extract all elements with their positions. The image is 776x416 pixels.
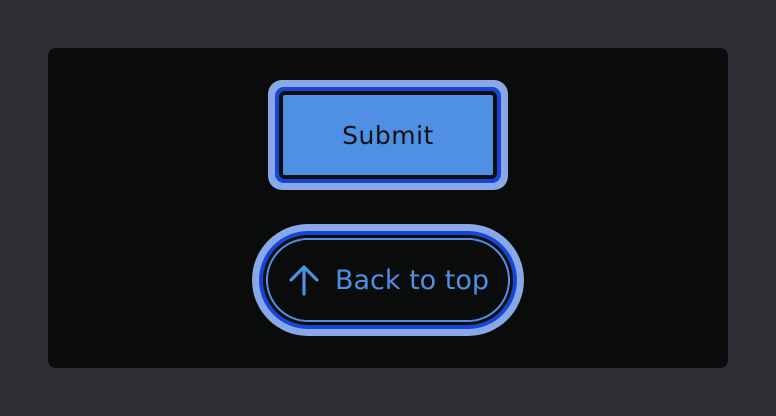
submit-button[interactable]: Submit [279, 91, 497, 179]
submit-button-label: Submit [342, 120, 434, 150]
back-to-top-focus-ring: Back to top [252, 224, 524, 336]
submit-focus-ring-inner: Submit [275, 87, 501, 183]
submit-focus-ring: Submit [268, 80, 508, 190]
back-to-top-focus-ring-inner: Back to top [259, 231, 517, 329]
arrow-up-icon [289, 265, 319, 296]
back-to-top-focus-gap: Back to top [263, 235, 513, 325]
back-to-top-label: Back to top [334, 264, 490, 296]
back-to-top-button[interactable]: Back to top [266, 238, 510, 322]
